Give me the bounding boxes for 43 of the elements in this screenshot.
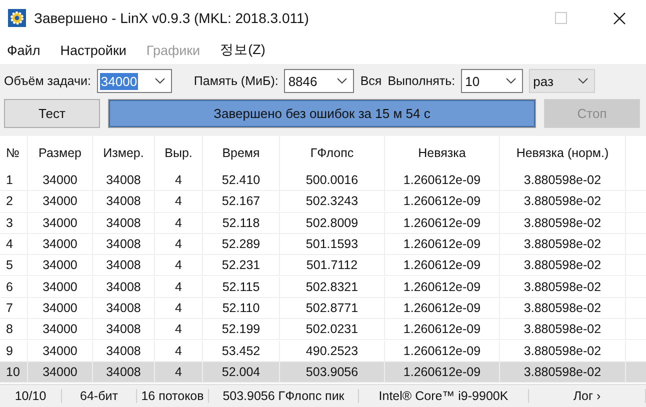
gear-icon: [8, 9, 26, 27]
table-row[interactable]: 7 34000 34008 4 52.110 502.8771 1.260612e-09 3.880598e-02: [0, 298, 646, 320]
table-row[interactable]: 4 34000 34008 4 52.289 501.1593 1.260612e-09 3.880598e-02: [0, 234, 646, 256]
status-text: 16 потоков: [137, 389, 209, 403]
chevron-down-icon: [506, 78, 516, 84]
status-text: 503.9056 ГФлопс пик: [209, 389, 359, 403]
table-row[interactable]: 3 34000 34008 4 52.118 502.8009 1.260612e-09 3.880598e-02: [0, 212, 646, 234]
size-dropdown[interactable]: 34000: [96, 69, 172, 93]
memory-dropdown[interactable]: 8846: [284, 69, 354, 93]
status-text: Intel® Core™ i9-9900K: [359, 389, 529, 403]
menu-item[interactable]: Настройки: [60, 42, 126, 58]
table-row[interactable]: 1 34000 34008 4 52.410 500.0016 1.260612e-09 3.880598e-02: [0, 170, 646, 192]
status-text: 64-бит: [62, 389, 137, 403]
test-button[interactable]: Тест: [4, 99, 100, 128]
column-header[interactable]: Невязка: [385, 136, 500, 170]
progress-bar: Завершено без ошибок за 15 м 54 с: [108, 99, 536, 128]
column-header[interactable]: Выр.: [155, 136, 203, 170]
unit-dropdown[interactable]: раз: [529, 69, 596, 93]
column-header[interactable]: Размер: [28, 136, 93, 170]
column-header[interactable]: ГФлопс: [280, 136, 385, 170]
runs-dropdown[interactable]: 10: [461, 69, 524, 93]
column-header[interactable]: Невязка (норм.): [500, 136, 626, 170]
column-header[interactable]: Измер.: [93, 136, 155, 170]
table-row[interactable]: 5 34000 34008 4 52.231 501.7112 1.260612e-09 3.880598e-02: [0, 255, 646, 276]
table-row[interactable]: 10 34000 34008 4 52.004 503.9056 1.260612e-09 3.880598e-02: [0, 362, 646, 383]
column-header[interactable]: Время: [203, 136, 280, 170]
close-icon[interactable]: [613, 12, 626, 24]
runs-label: Выполнять:: [388, 74, 456, 88]
memory-label: Память (МиБ):: [194, 74, 278, 88]
status-text: 10/10: [0, 389, 62, 403]
status-text[interactable]: Лог ›: [529, 389, 646, 403]
window-title: Завершено - LinX v0.9.3 (MKL: 2018.3.011): [34, 10, 309, 26]
chevron-down-icon: [337, 78, 348, 84]
table-row[interactable]: 2 34000 34008 4 52.167 502.3243 1.260612e-09 3.880598e-02: [0, 191, 646, 213]
menu-item[interactable]: Файл: [7, 42, 40, 58]
menu-item[interactable]: 정보(Z): [220, 41, 266, 59]
column-header[interactable]: №: [0, 136, 28, 170]
table-row[interactable]: 8 34000 34008 4 52.199 502.0231 1.260612e-09 3.880598e-02: [0, 319, 646, 340]
all-label: Вся: [360, 74, 382, 88]
chevron-down-icon: [578, 78, 588, 84]
table-row[interactable]: 6 34000 34008 4 52.115 502.8321 1.260612e-09 3.880598e-02: [0, 276, 646, 298]
chevron-down-icon: [154, 78, 165, 84]
size-label: Объём задачи:: [4, 74, 91, 88]
